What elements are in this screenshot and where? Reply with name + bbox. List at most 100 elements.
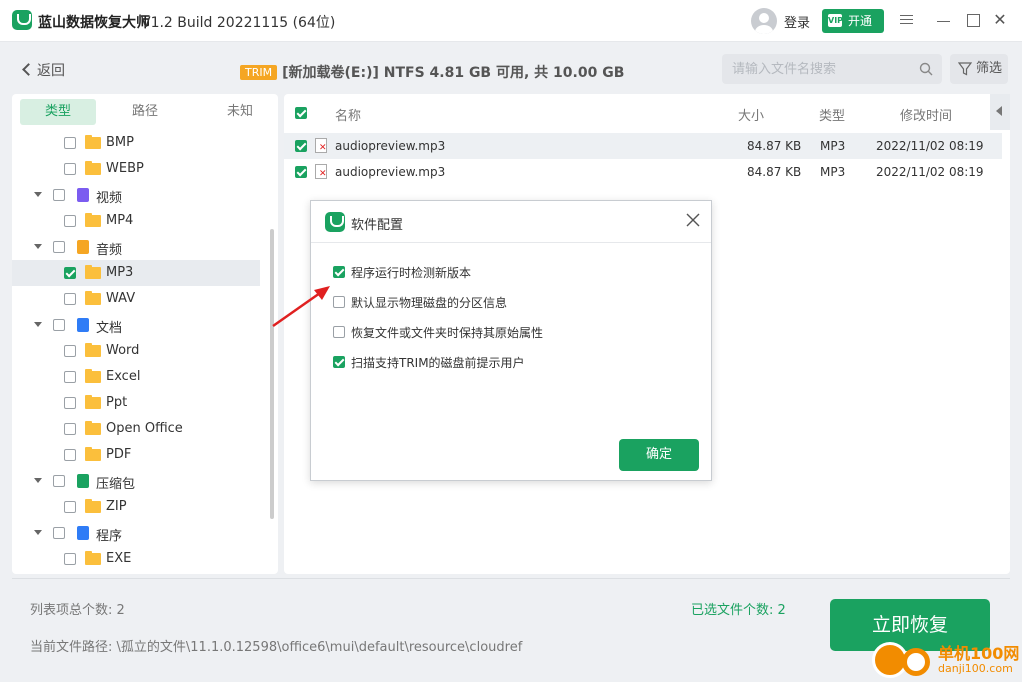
- tree-item-checkbox[interactable]: [64, 501, 76, 513]
- chevron-down-icon[interactable]: [34, 192, 42, 197]
- deleted-file-icon: [315, 138, 327, 153]
- column-header-type[interactable]: 类型: [819, 105, 845, 124]
- vip-label: 开通: [848, 14, 873, 28]
- cell-modified: 2022/11/02 08:19: [876, 165, 984, 179]
- tree-item-checkbox[interactable]: [64, 267, 76, 279]
- folder-icon: [85, 447, 101, 461]
- tree-item-checkbox[interactable]: [53, 475, 65, 487]
- option-label: 默认显示物理磁盘的分区信息: [351, 296, 508, 310]
- tree-item-label: 文档: [96, 321, 123, 336]
- tree-item[interactable]: WEBP: [12, 156, 260, 182]
- trim-badge: TRIM: [240, 65, 278, 80]
- tree-item[interactable]: BMP: [12, 130, 260, 156]
- tree-item-checkbox[interactable]: [64, 371, 76, 383]
- row-checkbox[interactable]: [295, 166, 307, 178]
- drive-info: TRIM [新加载卷(E:)] NTFS 4.81 GB 可用, 共 10.00 …: [240, 62, 624, 82]
- tree-item[interactable]: Open Office: [12, 416, 260, 442]
- tree-item[interactable]: Ppt: [12, 390, 260, 416]
- collapse-panel-icon[interactable]: [990, 94, 1010, 130]
- search-input[interactable]: [722, 54, 942, 84]
- tree-item[interactable]: 文档: [12, 312, 260, 338]
- maximize-icon[interactable]: [963, 10, 983, 30]
- vip-button[interactable]: VIP 开通: [822, 9, 884, 33]
- tab-path[interactable]: 路径: [107, 99, 183, 125]
- tree-item-checkbox[interactable]: [53, 189, 65, 201]
- column-header-name[interactable]: 名称: [335, 105, 361, 124]
- tree-item[interactable]: 压缩包: [12, 468, 260, 494]
- table-row[interactable]: audiopreview.mp3 84.87 KB MP3 2022/11/02 08…: [284, 159, 1002, 185]
- dialog-header: 软件配置: [311, 201, 711, 243]
- option-checkbox[interactable]: [333, 266, 345, 278]
- tree-item[interactable]: PDF: [12, 442, 260, 468]
- row-checkbox[interactable]: [295, 140, 307, 152]
- video-icon: [77, 188, 89, 202]
- chevron-down-icon[interactable]: [34, 322, 42, 327]
- select-all-checkbox[interactable]: [295, 107, 307, 119]
- tree-item[interactable]: MP3: [12, 260, 260, 286]
- search-icon[interactable]: [919, 62, 933, 76]
- tab-type[interactable]: 类型: [20, 99, 96, 125]
- drive-info-text: [新加载卷(E:)] NTFS 4.81 GB 可用, 共 10.00 GB: [282, 65, 625, 81]
- option-label: 扫描支持TRIM的磁盘前提示用户: [351, 356, 525, 370]
- document-icon: [77, 318, 89, 332]
- tree-item-checkbox[interactable]: [64, 293, 76, 305]
- close-window-icon[interactable]: ✕: [990, 10, 1010, 30]
- tree-item[interactable]: Word: [12, 338, 260, 364]
- tree-item[interactable]: ZIP: [12, 494, 260, 520]
- tree-item-checkbox[interactable]: [64, 449, 76, 461]
- tree-item-label: WAV: [106, 291, 136, 306]
- option-item[interactable]: 扫描支持TRIM的磁盘前提示用户: [333, 352, 693, 372]
- tree-item-checkbox[interactable]: [64, 215, 76, 227]
- chevron-down-icon[interactable]: [34, 530, 42, 535]
- minimize-icon[interactable]: [934, 10, 954, 30]
- tree-item[interactable]: Excel: [12, 364, 260, 390]
- tree-item-checkbox[interactable]: [53, 241, 65, 253]
- tree-scrollbar[interactable]: [270, 229, 274, 519]
- tree-item-label: MP4: [106, 213, 134, 228]
- ok-button[interactable]: 确定: [619, 439, 699, 471]
- column-header-modified[interactable]: 修改时间: [900, 105, 952, 124]
- tree-item-checkbox[interactable]: [64, 345, 76, 357]
- filter-button[interactable]: 筛选: [950, 54, 1008, 84]
- tree-item-label: 音频: [96, 243, 123, 258]
- option-item[interactable]: 恢复文件或文件夹时保持其原始属性: [333, 322, 693, 342]
- chevron-down-icon[interactable]: [34, 244, 42, 249]
- tree-item-label: 程序: [96, 529, 123, 544]
- tree-item-checkbox[interactable]: [64, 163, 76, 175]
- option-checkbox[interactable]: [333, 356, 345, 368]
- tree-item-checkbox[interactable]: [64, 553, 76, 565]
- tree-item[interactable]: 程序: [12, 520, 260, 546]
- tree-item[interactable]: EXE: [12, 546, 260, 572]
- menu-icon[interactable]: [897, 10, 917, 30]
- app-version: V1.2 Build 20221115 (64位): [141, 15, 336, 31]
- user-avatar-icon[interactable]: [751, 8, 777, 34]
- app-name: 蓝山数据恢复大师: [38, 15, 150, 31]
- tree-item[interactable]: WAV: [12, 286, 260, 312]
- tree-item[interactable]: 视频: [12, 182, 260, 208]
- current-file-path: 当前文件路径: \孤立的文件\11.1.0.12598\office6\mui\…: [30, 640, 523, 655]
- filter-icon: [958, 62, 972, 76]
- tree-item-checkbox[interactable]: [64, 423, 76, 435]
- tree-item-checkbox[interactable]: [64, 397, 76, 409]
- chevron-down-icon[interactable]: [34, 478, 42, 483]
- settings-dialog: 软件配置 程序运行时检测新版本默认显示物理磁盘的分区信息恢复文件或文件夹时保持其…: [310, 200, 712, 481]
- back-button[interactable]: 返回: [22, 60, 65, 80]
- tree-item-checkbox[interactable]: [53, 319, 65, 331]
- column-header-size[interactable]: 大小: [738, 105, 764, 124]
- folder-icon: [85, 213, 101, 227]
- tree-item-label: Ppt: [106, 395, 128, 410]
- login-link[interactable]: 登录: [784, 12, 810, 31]
- option-item[interactable]: 默认显示物理磁盘的分区信息: [333, 292, 693, 312]
- table-row[interactable]: audiopreview.mp3 84.87 KB MP3 2022/11/02 08…: [284, 133, 1002, 159]
- close-icon[interactable]: [683, 210, 703, 230]
- folder-icon: [85, 343, 101, 357]
- option-item[interactable]: 程序运行时检测新版本: [333, 262, 693, 282]
- tree-item-checkbox[interactable]: [53, 527, 65, 539]
- tree-item[interactable]: MP4: [12, 208, 260, 234]
- back-label: 返回: [37, 63, 65, 79]
- tab-unknown[interactable]: 未知: [202, 99, 278, 125]
- tree-item[interactable]: 音频: [12, 234, 260, 260]
- tree-item-checkbox[interactable]: [64, 137, 76, 149]
- cell-type: MP3: [820, 165, 846, 179]
- dialog-title: 软件配置: [351, 218, 404, 233]
